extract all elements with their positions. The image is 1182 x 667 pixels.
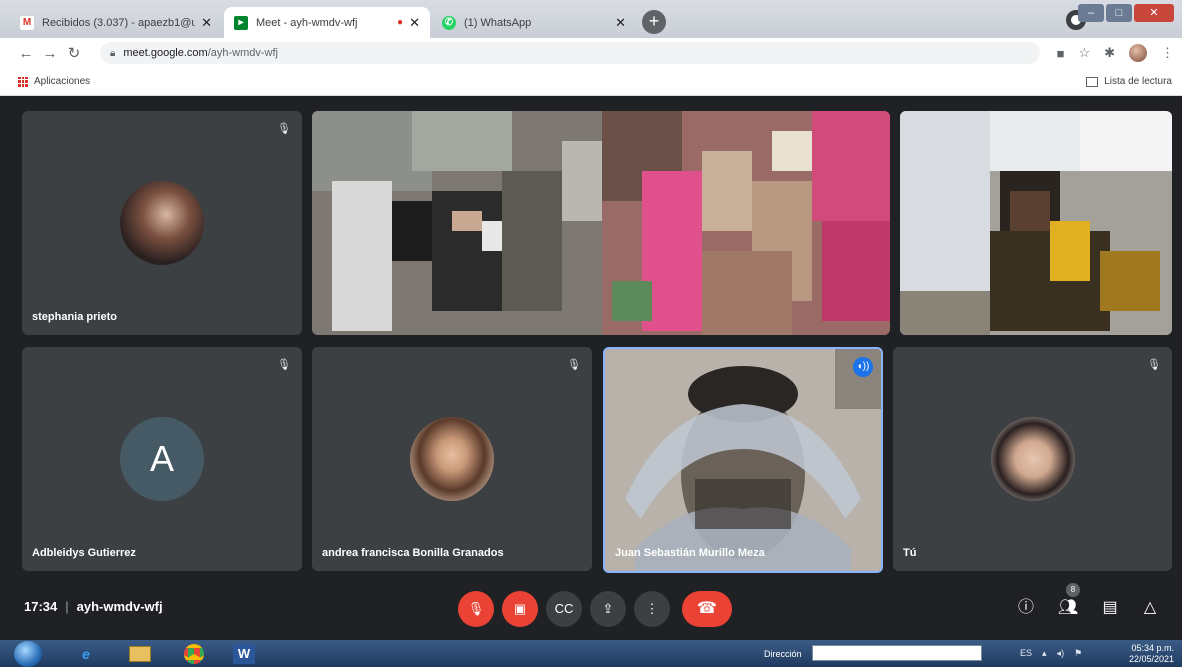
mic-off-icon: 🎙︎ <box>277 359 291 371</box>
participant-name: Adbleidys Gutierrez <box>32 547 136 559</box>
reading-list[interactable]: Lista de lectura <box>1086 76 1172 87</box>
meet-icon: ▸ <box>234 15 248 30</box>
bookmark-star-icon[interactable]: ☆ <box>1078 45 1090 61</box>
reading-list-label: Lista de lectura <box>1104 76 1172 87</box>
participant-tile[interactable]: 🎙︎ andrea francisca Bonilla Granados <box>312 347 592 571</box>
tray-arrow-icon[interactable]: ▴ <box>1042 648 1047 659</box>
action-center-flag-icon[interactable]: ⚑ <box>1074 648 1082 659</box>
new-tab-button[interactable]: + <box>642 10 666 34</box>
participant-name: stephania prieto <box>32 311 117 323</box>
address-bar[interactable]: 🔒︎ meet.google.com/ayh-wmdv-wfj <box>100 42 1040 64</box>
start-button[interactable] <box>14 641 42 667</box>
apps-grid-icon <box>18 76 28 87</box>
whatsapp-icon: ✆ <box>442 15 456 30</box>
chat-icon[interactable]: ▤ <box>1098 596 1122 620</box>
close-window-button[interactable]: ✕ <box>1134 4 1174 22</box>
tab-meet[interactable]: ▸ Meet - ayh-wmdv-wfj ● ✕ <box>224 7 430 38</box>
meet-control-bar: 17:34 | ayh-wmdv-wfj 🎙︎ ▣ CC ⇪ ⋮ ☎ ⓘ 👥︎ 8 … <box>0 583 1182 640</box>
recording-dot-icon: ● <box>397 17 404 28</box>
file-explorer-icon[interactable] <box>120 642 160 665</box>
info-icon[interactable]: ⓘ <box>1014 596 1038 620</box>
close-icon[interactable]: ✕ <box>615 15 626 31</box>
people-icon[interactable]: 👥︎ <box>1056 596 1080 620</box>
lock-icon: 🔒︎ <box>110 47 116 59</box>
camera-off-button[interactable]: ▣ <box>502 591 538 627</box>
avatar <box>991 417 1075 501</box>
meet-stage: 🎙︎ stephania prieto 🎙︎ A Adbleidys Gutie… <box>0 96 1182 640</box>
participant-tile[interactable]: 🎙︎ stephania prieto <box>22 111 302 335</box>
avatar <box>410 417 494 501</box>
pixelated-video-feed <box>900 111 1172 335</box>
menu-icon[interactable]: ⋮ <box>1161 45 1174 61</box>
pixelated-video-feed <box>312 111 890 335</box>
reload-icon[interactable]: ↻ <box>62 44 86 62</box>
meeting-info: 17:34 | ayh-wmdv-wfj <box>24 599 163 614</box>
bookmarks-bar: Aplicaciones Lista de lectura <box>0 68 1182 96</box>
mic-off-icon: 🎙︎ <box>277 123 291 135</box>
forward-icon[interactable]: → <box>38 45 62 62</box>
internet-explorer-icon[interactable]: e <box>66 642 106 665</box>
speaking-indicator-icon: ◖)) <box>853 357 873 377</box>
meeting-code: ayh-wmdv-wfj <box>76 599 163 614</box>
language-indicator[interactable]: ES <box>1020 648 1032 659</box>
participant-name: Tú <box>903 547 917 559</box>
participant-video-tile-speaking[interactable]: ◖)) Juan Sebastián Murillo Meza <box>603 347 883 573</box>
back-icon[interactable]: ← <box>14 45 38 62</box>
more-options-button[interactable]: ⋮ <box>634 591 670 627</box>
meeting-time: 17:34 <box>24 599 58 614</box>
close-icon[interactable]: ✕ <box>409 15 420 31</box>
tab-title: (1) WhatsApp <box>464 16 532 29</box>
address-toolbar-input[interactable] <box>812 645 982 661</box>
bookmark-apps-label: Aplicaciones <box>34 76 91 87</box>
leave-call-button[interactable]: ☎ <box>682 591 732 627</box>
tab-title: Recibidos (3.037) - apaezb1@u... <box>42 16 196 29</box>
avatar <box>120 181 204 265</box>
address-toolbar-label: Dirección <box>764 649 802 659</box>
participant-tile[interactable]: 🎙︎ A Adbleidys Gutierrez <box>22 347 302 571</box>
participant-video-tile[interactable] <box>900 111 1172 335</box>
reading-list-icon <box>1086 76 1099 87</box>
toolbar-actions: ■ ☆ ✱ ⋮ <box>1057 44 1174 62</box>
participant-tile-self[interactable]: 🎙︎ Tú <box>893 347 1172 571</box>
gmail-icon: M <box>20 15 34 30</box>
url-path: /ayh-wmdv-wfj <box>207 47 279 59</box>
chrome-icon[interactable] <box>174 642 214 665</box>
mic-off-icon: 🎙︎ <box>567 359 581 371</box>
pixelated-video-feed <box>312 111 890 335</box>
video-feed <box>605 349 881 571</box>
bookmark-apps[interactable]: Aplicaciones <box>18 76 90 87</box>
volume-icon[interactable]: ◂) <box>1057 648 1065 659</box>
camera-in-use-icon[interactable]: ■ <box>1057 46 1065 61</box>
video-feed <box>605 349 881 571</box>
tab-whatsapp[interactable]: ✆ (1) WhatsApp ✕ <box>432 7 636 38</box>
people-count-badge: 8 <box>1066 583 1080 597</box>
url-host: meet.google.com <box>123 47 208 59</box>
pixelated-video-feed <box>900 111 1172 335</box>
maximize-button[interactable]: □ <box>1106 4 1132 22</box>
participant-name: Juan Sebastián Murillo Meza <box>615 547 765 559</box>
mic-off-icon: 🎙︎ <box>1147 359 1161 371</box>
browser-toolbar: ← → ↻ 🔒︎ meet.google.com/ayh-wmdv-wfj ■ … <box>0 38 1182 68</box>
tab-gmail[interactable]: M Recibidos (3.037) - apaezb1@u... ✕ <box>10 7 222 38</box>
system-tray: ES ▴ ◂) ⚑ <box>1020 648 1082 659</box>
tab-title: Meet - ayh-wmdv-wfj <box>256 16 358 29</box>
minimize-button[interactable]: – <box>1078 4 1104 22</box>
taskbar-clock[interactable]: 05:34 p.m. 22/05/2021 <box>1129 643 1174 665</box>
activities-icon[interactable]: △ <box>1138 596 1162 620</box>
avatar: A <box>120 417 204 501</box>
windows-taskbar: e W Dirección ES ▴ ◂) ⚑ 05:34 p.m. 22/05… <box>0 640 1182 667</box>
present-screen-button[interactable]: ⇪ <box>590 591 626 627</box>
word-icon[interactable]: W <box>224 642 264 665</box>
close-icon[interactable]: ✕ <box>201 15 212 31</box>
clock-time: 05:34 p.m. <box>1131 643 1174 653</box>
window-controls: – □ ✕ <box>1078 4 1174 22</box>
avatar[interactable] <box>1129 44 1147 62</box>
clock-date: 22/05/2021 <box>1128 654 1174 664</box>
participant-name: andrea francisca Bonilla Granados <box>322 547 504 559</box>
browser-tabstrip: M Recibidos (3.037) - apaezb1@u... ✕ ▸ M… <box>0 0 1182 38</box>
captions-button[interactable]: CC <box>546 591 582 627</box>
mic-off-button[interactable]: 🎙︎ <box>458 591 494 627</box>
extensions-icon[interactable]: ✱ <box>1104 45 1115 61</box>
participant-video-tile[interactable] <box>312 111 890 335</box>
